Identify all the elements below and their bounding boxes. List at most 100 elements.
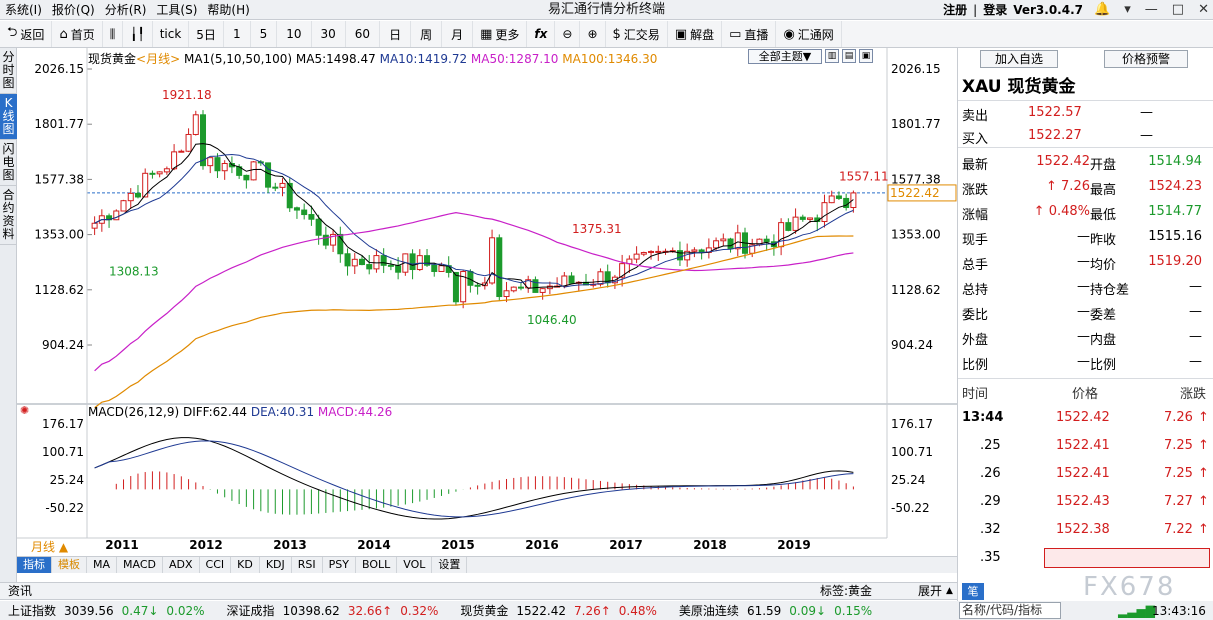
quote-label: 总持	[962, 283, 989, 298]
menu-help[interactable]: 帮助(H)	[202, 0, 254, 20]
tick-button[interactable]: tick	[153, 21, 190, 47]
quote-label: 现手	[962, 233, 989, 248]
layout-icon[interactable]: ▤	[842, 49, 856, 63]
ma100-value: MA100:1346.30	[562, 52, 658, 66]
tab-vol[interactable]: VOL	[397, 557, 433, 573]
fx678-button[interactable]: ◉ 汇通网	[776, 21, 842, 47]
candle-body	[156, 171, 163, 175]
zoom-out-button[interactable]: ⊖	[555, 21, 581, 47]
tab-contract[interactable]: 合约资料	[0, 186, 17, 245]
tab-intraday[interactable]: 分时图	[0, 48, 17, 94]
x-tick-label: 2012	[189, 538, 222, 552]
quote-row: 总手 — 均价 1519.20	[958, 250, 1213, 274]
quote-value: —	[1189, 304, 1202, 319]
candle-body	[395, 265, 402, 273]
quote-label: 涨幅	[962, 208, 989, 223]
tab-boll[interactable]: BOLL	[356, 557, 398, 573]
tab-psy[interactable]: PSY	[323, 557, 356, 573]
zoom-in-button[interactable]: ⊕	[580, 21, 606, 47]
ticker-name[interactable]: 上证指数	[8, 602, 56, 619]
fx678-watermark: FX678	[1083, 572, 1176, 602]
search-input[interactable]: 名称/代码/指标	[959, 602, 1061, 619]
period-1-button[interactable]: 1	[224, 21, 251, 47]
minimize-icon[interactable]: —	[1145, 0, 1158, 20]
tab-pen[interactable]: 笔	[962, 583, 984, 600]
news-label[interactable]: 资讯	[8, 583, 32, 600]
period-30-button[interactable]: 30	[312, 21, 346, 47]
tab-adx[interactable]: ADX	[163, 557, 200, 573]
expand-icon[interactable]: ▣	[859, 49, 873, 63]
candle-icon-button[interactable]: ⫼	[103, 21, 124, 47]
period-60-button[interactable]: 60	[346, 21, 381, 47]
candle-body	[120, 200, 127, 212]
ticker-name[interactable]: 现货黄金	[460, 602, 508, 619]
ticker-name[interactable]: 美原油连续	[679, 602, 739, 619]
y-tick-label: 1801.77	[891, 117, 941, 131]
five-day-button[interactable]: 5日	[189, 21, 224, 47]
tab-kline[interactable]: K线图	[0, 94, 17, 140]
dropdown-icon[interactable]: ▾	[1124, 0, 1131, 20]
menu-tools[interactable]: 工具(S)	[151, 0, 202, 20]
indicator-tabs: 指标 模板 MA MACD ADX CCI KD KDJ RSI PSY BOL…	[17, 556, 957, 573]
tab-cci[interactable]: CCI	[200, 557, 232, 573]
login-link[interactable]: 登录	[983, 0, 1007, 20]
candle-body	[351, 258, 358, 267]
day-button[interactable]: 日	[380, 21, 412, 47]
menu-analysis[interactable]: 分析(R)	[100, 0, 152, 20]
tab-ma[interactable]: MA	[87, 557, 118, 573]
menu-quote[interactable]: 报价(Q)	[47, 0, 100, 20]
tab-rsi[interactable]: RSI	[292, 557, 323, 573]
tab-kdj[interactable]: KDJ	[260, 557, 292, 573]
close-icon[interactable]: ✕	[1198, 0, 1209, 20]
split-view-icon[interactable]: ▥	[825, 49, 839, 63]
ticker-price: 61.59	[746, 603, 782, 618]
price-alert-button[interactable]: 价格预警	[1104, 50, 1188, 68]
theme-select[interactable]: 全部主题▼	[748, 49, 822, 64]
trade-button[interactable]: $ 汇交易	[606, 21, 668, 47]
period-5-button[interactable]: 5	[251, 21, 278, 47]
period-10-button[interactable]: 10	[277, 21, 312, 47]
ticker-name[interactable]: 深证成指	[227, 602, 275, 619]
grid-icon: ▦	[480, 26, 493, 42]
sell-price[interactable]: 1522.57	[1028, 105, 1082, 120]
more-button[interactable]: ▦ 更多	[473, 21, 528, 47]
tab-indicator[interactable]: 指标	[17, 557, 52, 573]
tab-kd[interactable]: KD	[231, 557, 260, 573]
maximize-icon[interactable]: □	[1172, 0, 1184, 20]
quote-value: 1524.23	[1148, 179, 1202, 194]
formula-button[interactable]: fx	[527, 21, 556, 47]
expand-arrow-icon[interactable]: ▲	[946, 583, 953, 600]
month-button[interactable]: 月	[442, 21, 474, 47]
add-favorite-button[interactable]: 加入自选	[980, 50, 1058, 68]
candle-body	[366, 264, 373, 270]
y-tick-label-left: 1801.77	[34, 117, 84, 131]
expand-button[interactable]: 展开	[918, 583, 942, 600]
up-arrow-icon: ↑	[1198, 410, 1209, 425]
x-tick-label: 2014	[357, 538, 390, 552]
bar-icon-button[interactable]: ╽╿	[123, 21, 153, 47]
week-button[interactable]: 周	[411, 21, 443, 47]
home-button[interactable]: ⌂ 首页	[52, 21, 103, 47]
tick-change: 7.22	[1164, 522, 1193, 537]
tab-macd[interactable]: MACD	[117, 557, 163, 573]
tab-flash[interactable]: 闪电图	[0, 140, 17, 186]
tick-row: .32 1522.38 7.22 ↑	[958, 516, 1213, 544]
live-button[interactable]: ▭ 直播	[722, 21, 777, 47]
candle-body	[293, 207, 300, 211]
quote-label: 内盘	[1090, 333, 1117, 348]
tab-settings[interactable]: 设置	[432, 557, 468, 573]
review-button[interactable]: ▣ 解盘	[668, 21, 723, 47]
bell-icon[interactable]: 🔔	[1094, 0, 1110, 20]
chart-area[interactable]: 1522.42 1921.18 1308.13 1375.31 1046.40 1557.…	[17, 48, 957, 556]
kline-chart[interactable]: 1522.42 1921.18 1308.13 1375.31 1046.40 1557.…	[17, 48, 957, 556]
quote-value: —	[1189, 329, 1202, 344]
buy-price[interactable]: 1522.27	[1028, 128, 1082, 143]
candle-body	[727, 238, 734, 250]
menu-system[interactable]: 系统(I)	[0, 0, 47, 20]
tick-time: .35	[980, 550, 1001, 565]
quote-row: 现手 — 昨收 1515.16	[958, 225, 1213, 249]
register-link[interactable]: 注册	[943, 0, 967, 20]
back-button[interactable]: ⮌ 返回	[0, 21, 53, 47]
quote-value: —	[1077, 254, 1090, 269]
tab-template[interactable]: 模板	[52, 557, 87, 573]
